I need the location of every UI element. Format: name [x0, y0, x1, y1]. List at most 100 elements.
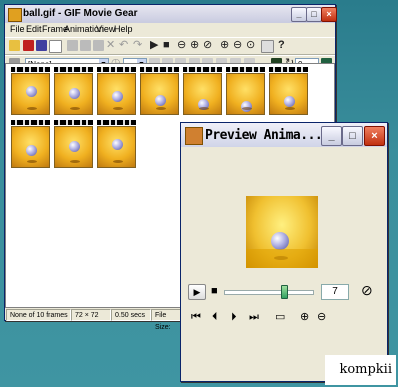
frame-thumbnail[interactable]	[183, 67, 222, 115]
next-frame-icon[interactable]: ⏵	[231, 310, 237, 324]
main-titlebar[interactable]: ball.gif - GIF Movie Gear _ □ ×	[5, 5, 337, 23]
frame-slider[interactable]	[224, 285, 314, 299]
zoom-in-icon[interactable]: ⊕	[220, 38, 229, 53]
open-icon[interactable]	[9, 40, 20, 51]
ball-shadow	[27, 160, 37, 163]
slider-thumb[interactable]	[281, 285, 288, 299]
save-as-icon[interactable]	[36, 40, 47, 51]
frame-image	[11, 73, 50, 115]
first-frame-icon[interactable]: ⏮	[191, 310, 201, 324]
frame-image	[269, 73, 308, 115]
ball	[112, 139, 123, 150]
delete-icon[interactable]: ✕	[106, 38, 115, 53]
cut-icon[interactable]	[67, 40, 78, 51]
last-frame-icon[interactable]: ⏭	[249, 310, 259, 324]
frame-thumbnail[interactable]	[226, 67, 265, 115]
frame-image	[54, 73, 93, 115]
film-strip	[269, 67, 308, 72]
film-strip	[11, 67, 50, 72]
ball	[284, 96, 295, 107]
preview-window: Preview Anima... _ □ × ▶ ■ 7 ⊘ ⏮ ⏴ ⏵ ⏭ ▭…	[180, 122, 388, 382]
maximize-icon[interactable]: □	[342, 126, 363, 146]
redo-icon[interactable]: ↷	[133, 38, 142, 53]
save-icon[interactable]	[23, 40, 34, 51]
ball	[112, 91, 123, 102]
frame-thumbnail[interactable]	[140, 67, 179, 115]
film-strip	[97, 67, 136, 72]
close-icon[interactable]: ×	[321, 7, 337, 22]
film-strip	[226, 67, 265, 72]
display-icon[interactable]: ▭	[275, 310, 285, 324]
frame-thumbnail[interactable]	[269, 67, 308, 115]
frame-image	[226, 73, 265, 115]
frame-image	[183, 73, 222, 115]
ball	[26, 86, 37, 97]
preview-title: Preview Anima...	[205, 128, 323, 143]
ball	[155, 95, 166, 106]
frame-thumbnail[interactable]	[54, 120, 93, 168]
frame-thumbnail[interactable]	[97, 120, 136, 168]
ball-shadow	[70, 107, 80, 110]
menu-view[interactable]: View	[96, 24, 115, 34]
watermark: kompkii	[325, 355, 396, 385]
frame-thumbnail[interactable]	[54, 67, 93, 115]
ball-shadow	[70, 160, 80, 163]
tool-b-icon[interactable]: ⊕	[190, 38, 199, 53]
toolbar-1: ✕ ↶ ↷ ▶ ■ ⊖ ⊕ ⊘ ⊕ ⊖ ⊙ ?	[5, 37, 335, 55]
preview-stop-button[interactable]: ■	[211, 284, 218, 298]
prev-frame-icon[interactable]: ⏴	[212, 310, 218, 324]
ball-shadow	[156, 107, 166, 110]
minimize-icon[interactable]: _	[321, 126, 342, 146]
stop-icon[interactable]: ■	[163, 38, 170, 53]
paste-icon[interactable]	[93, 40, 104, 51]
preview-app-icon	[185, 127, 203, 145]
film-strip	[140, 67, 179, 72]
frame-thumbnail[interactable]	[11, 120, 50, 168]
tool-c-icon[interactable]: ⊘	[203, 38, 212, 53]
maximize-icon[interactable]: □	[306, 7, 322, 22]
help-icon[interactable]: ?	[278, 38, 285, 53]
ball	[69, 141, 80, 152]
preview-floor	[246, 249, 318, 268]
ball-shadow	[285, 107, 295, 110]
film-strip	[97, 120, 136, 125]
zoom-fit-icon[interactable]: ⊙	[246, 38, 255, 53]
zoom-out-icon[interactable]: ⊖	[317, 310, 326, 324]
undo-icon[interactable]: ↶	[119, 38, 128, 53]
frame-thumbnail[interactable]	[97, 67, 136, 115]
ball-shadow	[113, 160, 123, 163]
film-strip	[11, 120, 50, 125]
ball	[69, 88, 80, 99]
status-time: 0.50 secs	[111, 309, 151, 321]
ball-shadow	[242, 107, 252, 110]
menu-help[interactable]: Help	[114, 24, 133, 34]
frame-image	[11, 126, 50, 168]
frame-image	[140, 73, 179, 115]
preview-ball	[271, 232, 289, 250]
preview-play-button[interactable]: ▶	[188, 284, 206, 300]
menu-bar: File Edit Frame Animation View Help	[5, 23, 335, 37]
zoom-in-icon[interactable]: ⊕	[300, 310, 309, 324]
main-title: ball.gif - GIF Movie Gear	[23, 8, 138, 19]
frame-thumbnail[interactable]	[11, 67, 50, 115]
minimize-icon[interactable]: _	[291, 7, 307, 22]
tool-a-icon[interactable]: ⊖	[177, 38, 186, 53]
new-icon[interactable]	[49, 40, 62, 53]
close-icon[interactable]: ×	[364, 126, 385, 146]
ball-shadow	[199, 107, 209, 110]
properties-icon[interactable]	[261, 40, 274, 53]
zoom-tool-icon[interactable]: ⊘	[361, 283, 373, 297]
ball-shadow	[27, 107, 37, 110]
menu-edit[interactable]: Edit	[26, 24, 42, 34]
zoom-out-icon[interactable]: ⊖	[233, 38, 242, 53]
frame-image	[54, 126, 93, 168]
status-size: 72 × 72	[71, 309, 111, 321]
copy-icon[interactable]	[80, 40, 91, 51]
slider-track	[224, 290, 314, 295]
menu-file[interactable]: File	[10, 24, 25, 34]
status-filesize: File Size:	[151, 309, 181, 331]
play-icon[interactable]: ▶	[150, 38, 158, 53]
status-frames: None of 10 frames	[6, 309, 71, 321]
preview-titlebar[interactable]: Preview Anima... _ □ ×	[181, 123, 387, 147]
frame-number-field[interactable]: 7	[321, 284, 349, 300]
